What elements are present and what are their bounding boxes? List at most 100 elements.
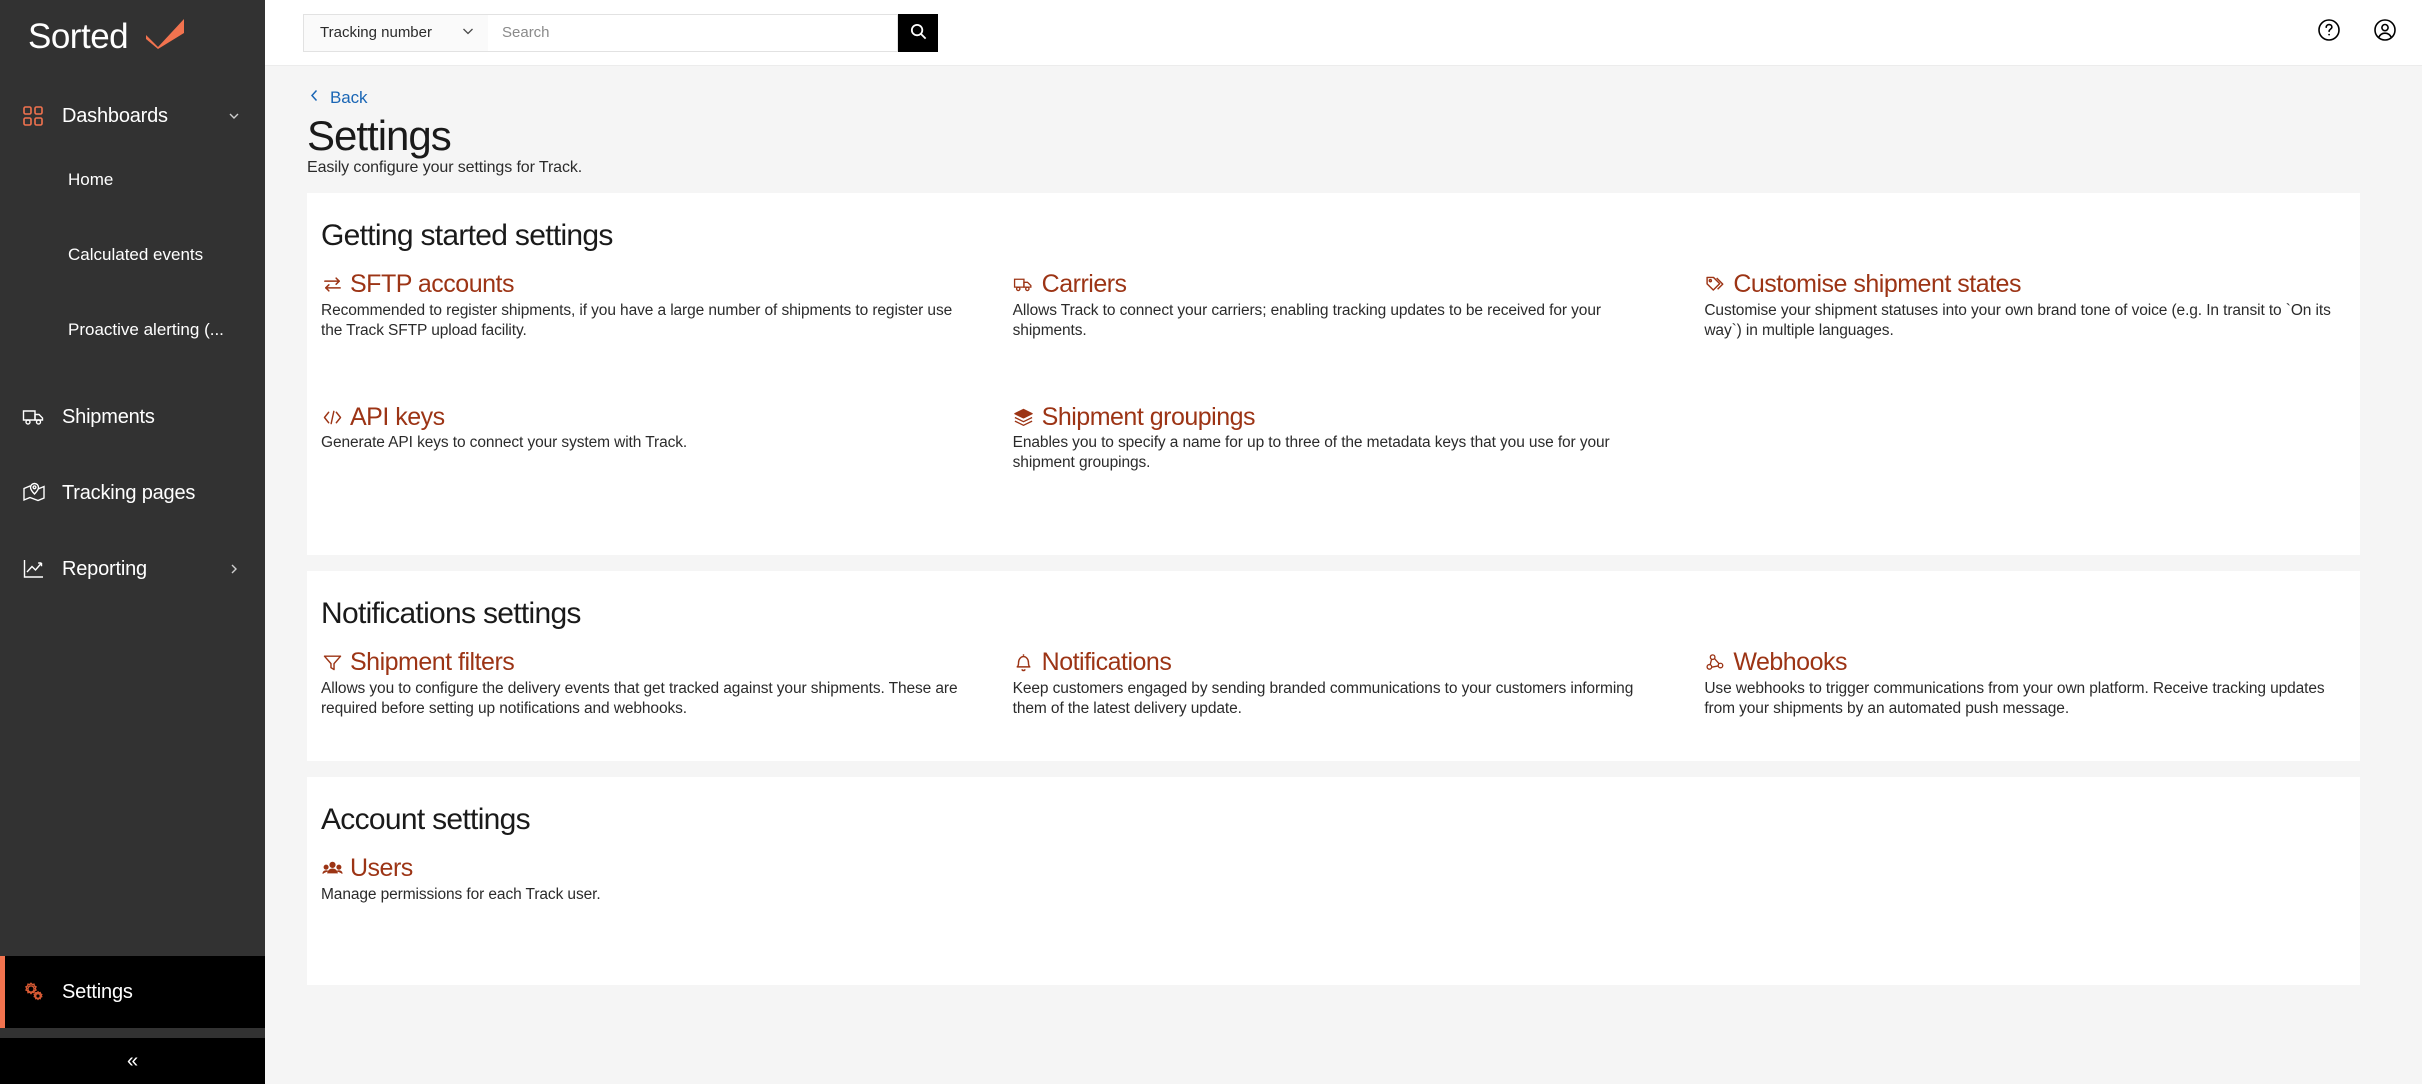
- tile-link[interactable]: SFTP accounts: [321, 271, 514, 299]
- tile-description: Use webhooks to trigger communications f…: [1704, 679, 2325, 718]
- search-scope-dropdown[interactable]: Tracking number: [303, 13, 488, 52]
- chevron-right-icon[interactable]: [225, 562, 243, 576]
- chart-line-icon: [22, 557, 52, 581]
- tile-empty: [1704, 404, 2346, 474]
- section-title: Getting started settings: [321, 219, 613, 253]
- sidebar-item-shipments[interactable]: Shipments: [0, 391, 265, 443]
- chevron-down-icon: [460, 23, 476, 43]
- map-pin-icon: [22, 481, 52, 505]
- sidebar-item-reporting[interactable]: Reporting: [0, 543, 265, 595]
- sidebar-flex-spacer: [0, 776, 265, 957]
- sidebar-item-tracking-pages[interactable]: Tracking pages: [0, 467, 265, 519]
- tile-link[interactable]: Webhooks: [1704, 649, 1847, 677]
- tile-carriers: Carriers Allows Track to connect your ca…: [1013, 271, 1655, 341]
- search-icon: [909, 22, 928, 44]
- tile-description: Allows Track to connect your carriers; e…: [1012, 301, 1601, 340]
- users-group-icon: [321, 858, 343, 880]
- tile-title: Shipment filters: [350, 648, 515, 677]
- chevron-left-icon: [307, 88, 322, 108]
- code-brackets-icon: [321, 406, 343, 428]
- filter-funnel-icon: [321, 652, 343, 674]
- checkmark-logo-icon: [142, 16, 188, 57]
- help-circle-icon[interactable]: [2316, 17, 2342, 48]
- tile-empty: [1704, 855, 2346, 905]
- tile-description: Enables you to specify a name for up to …: [1012, 434, 1610, 472]
- section-body: Users Manage permissions for each Track …: [307, 855, 2360, 905]
- tile-grid: Users Manage permissions for each Track …: [321, 855, 2346, 905]
- layers-icon: [1013, 406, 1035, 428]
- app-root: Sorted Dashboards Home Calculated events…: [0, 0, 2422, 1084]
- tile-description: Keep customers engaged by sending brande…: [1012, 679, 1634, 718]
- sidebar-item-label: Settings: [62, 980, 133, 1003]
- section-notifications: Notifications settings Shipment filters: [307, 571, 2360, 762]
- sidebar-subitem-label: Calculated events: [68, 244, 204, 264]
- tile-description: Allows you to configure the delivery eve…: [321, 679, 958, 718]
- gears-icon: [22, 980, 52, 1004]
- tile-link[interactable]: Shipment groupings: [1013, 402, 1256, 432]
- sidebar-subitem-home[interactable]: Home: [0, 142, 265, 217]
- tile-grid: API keys Generate API keys to connect yo…: [321, 402, 2346, 474]
- sidebar-subitem-label: Proactive alerting (...: [68, 319, 224, 339]
- tile-notifications: Notifications Keep customers engaged by …: [1013, 649, 1655, 719]
- row-spacer: [321, 342, 2346, 404]
- tile-link[interactable]: Carriers: [1013, 271, 1127, 299]
- tile-shipment-groupings: Shipment groupings Enables you to specif…: [1012, 402, 1655, 474]
- sidebar-item-label: Reporting: [62, 557, 147, 580]
- tile-link[interactable]: Shipment filters: [321, 648, 515, 677]
- sidebar-item-settings[interactable]: Settings: [0, 956, 265, 1028]
- transfer-arrows-icon: [321, 274, 343, 296]
- tile-link[interactable]: API keys: [321, 402, 445, 432]
- tile-webhooks: Webhooks Use webhooks to trigger communi…: [1704, 649, 2346, 719]
- section-title: Notifications settings: [321, 597, 581, 631]
- webhook-icon: [1704, 652, 1726, 674]
- back-link[interactable]: Back: [307, 88, 368, 108]
- topbar: Tracking number: [265, 0, 2422, 66]
- tile-api-keys: API keys Generate API keys to connect yo…: [321, 402, 963, 474]
- tile-title: API keys: [350, 402, 445, 431]
- collapse-sidebar-label: «: [126, 1049, 139, 1072]
- tile-description: Recommended to register shipments, if yo…: [321, 301, 953, 340]
- collapse-sidebar-button[interactable]: «: [0, 1038, 265, 1084]
- tile-title: Users: [350, 854, 413, 883]
- tile-grid: Shipment filters Allows you to configure…: [321, 649, 2346, 719]
- sidebar-divider: [0, 1028, 265, 1038]
- tile-empty: [1013, 855, 1655, 905]
- tile-description: Customise your shipment statuses into yo…: [1704, 301, 2331, 340]
- tile-title: Webhooks: [1733, 648, 1847, 677]
- section-account: Account settings Users Manage permission…: [307, 777, 2360, 986]
- tile-customise-shipment-states: Customise shipment states Customise your…: [1704, 271, 2346, 341]
- sidebar-item-dashboards[interactable]: Dashboards: [0, 90, 265, 142]
- section-title: Account settings: [321, 803, 531, 837]
- tile-description: Manage permissions for each Track user.: [321, 885, 601, 903]
- tile-link[interactable]: Notifications: [1013, 649, 1172, 677]
- brand-logo[interactable]: Sorted: [0, 0, 265, 72]
- sidebar-subitem-proactive-alerting[interactable]: Proactive alerting (...: [0, 292, 265, 367]
- sidebar: Sorted Dashboards Home Calculated events…: [0, 0, 265, 1084]
- tile-title: SFTP accounts: [350, 270, 514, 299]
- search-button[interactable]: [898, 13, 938, 52]
- topbar-actions: [2316, 17, 2398, 48]
- page-content: Back Settings Easily configure your sett…: [265, 66, 2422, 1084]
- search-input[interactable]: [488, 13, 898, 52]
- tile-users: Users Manage permissions for each Track …: [321, 855, 963, 905]
- tile-link[interactable]: Customise shipment states: [1704, 271, 2021, 299]
- sidebar-item-label: Shipments: [62, 405, 155, 428]
- truck-icon: [22, 405, 52, 429]
- sidebar-item-label: Tracking pages: [62, 481, 196, 504]
- user-circle-icon[interactable]: [2372, 17, 2398, 48]
- tile-link[interactable]: Users: [321, 855, 413, 883]
- bell-icon: [1013, 652, 1035, 674]
- chevron-down-icon[interactable]: [225, 109, 243, 123]
- tags-icon: [1704, 274, 1726, 296]
- page-subtitle: Easily configure your settings for Track…: [307, 159, 583, 177]
- truck-icon: [1013, 274, 1035, 296]
- tile-title: Shipment groupings: [1041, 402, 1256, 431]
- sidebar-subitem-calculated-events[interactable]: Calculated events: [0, 217, 265, 292]
- sidebar-nav: Dashboards Home Calculated events Proact…: [0, 72, 265, 776]
- brand-name: Sorted: [28, 16, 129, 56]
- section-body: Shipment filters Allows you to configure…: [307, 649, 2360, 719]
- search-bar: Tracking number: [303, 13, 938, 52]
